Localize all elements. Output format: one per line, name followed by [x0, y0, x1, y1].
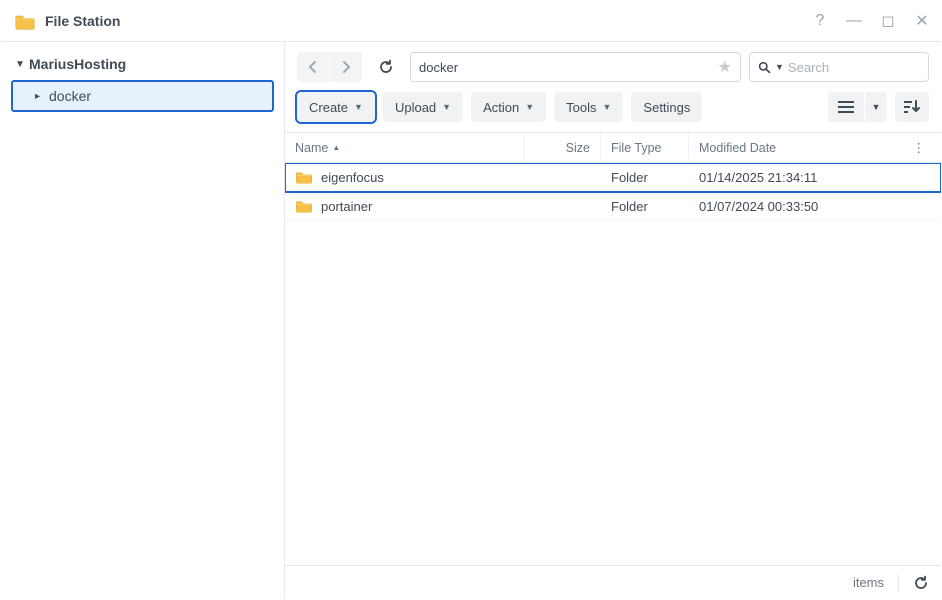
sort-button[interactable]	[895, 92, 929, 122]
tree-root-label: MariusHosting	[29, 56, 126, 72]
statusbar: items	[285, 565, 941, 599]
search-input[interactable]	[788, 60, 942, 75]
tree-root[interactable]: ▼ MariusHosting	[1, 52, 284, 76]
app-folder-icon	[15, 11, 35, 31]
view-mode-group: ▼	[828, 92, 887, 122]
upload-button-label: Upload	[395, 100, 436, 115]
action-button-label: Action	[483, 100, 519, 115]
chevron-right-icon: ▸	[35, 91, 45, 102]
search-box[interactable]: ▼	[749, 52, 929, 82]
breadcrumb-path[interactable]: docker ★	[410, 52, 741, 82]
file-station-window: File Station ? — ◻ ✕ ▼ MariusHosting ▸ d…	[0, 0, 942, 600]
search-options-caret-icon[interactable]: ▼	[775, 62, 784, 72]
app-title: File Station	[45, 13, 811, 29]
file-type: Folder	[601, 170, 689, 185]
view-mode-caret[interactable]: ▼	[865, 92, 887, 122]
chevron-down-icon: ▼	[15, 59, 25, 70]
create-button-label: Create	[309, 100, 348, 115]
reload-button[interactable]	[370, 52, 402, 82]
upload-button[interactable]: Upload ▼	[383, 92, 463, 122]
minimize-icon[interactable]: —	[845, 12, 863, 30]
caret-down-icon: ▼	[525, 102, 534, 112]
create-button[interactable]: Create ▼	[297, 92, 375, 122]
table-body: eigenfocus Folder01/14/2025 21:34:11 porta…	[285, 163, 941, 565]
settings-button[interactable]: Settings	[631, 92, 702, 122]
breadcrumb-text: docker	[419, 60, 718, 75]
sidebar-item-label: docker	[49, 88, 91, 104]
column-header-modified[interactable]: Modified Date	[689, 133, 903, 162]
folder-icon	[295, 199, 313, 213]
action-toolbar: Create ▼ Upload ▼ Action ▼ Tools ▼ Setti…	[285, 88, 941, 132]
sort-asc-icon: ▲	[332, 143, 340, 152]
main-area: ▼ MariusHosting ▸ docker	[1, 41, 941, 599]
window-controls: ? — ◻ ✕	[811, 11, 931, 31]
help-icon[interactable]: ?	[811, 12, 829, 30]
sidebar-item-docker[interactable]: ▸ docker	[11, 80, 274, 112]
file-name: portainer	[321, 199, 372, 214]
titlebar: File Station ? — ◻ ✕	[1, 1, 941, 41]
file-type: Folder	[601, 199, 689, 214]
favorite-star-icon[interactable]: ★	[718, 57, 732, 77]
tools-button[interactable]: Tools ▼	[554, 92, 623, 122]
content-panel: docker ★ ▼ Create ▼ Upload	[285, 42, 941, 599]
column-menu-icon[interactable]: ⋮	[903, 133, 936, 162]
tools-button-label: Tools	[566, 100, 596, 115]
statusbar-reload-button[interactable]	[913, 575, 929, 591]
caret-down-icon: ▼	[354, 102, 363, 112]
view-list-button[interactable]	[828, 92, 864, 122]
column-header-type[interactable]: File Type	[601, 133, 689, 162]
nav-group	[297, 52, 362, 82]
nav-forward-button[interactable]	[330, 52, 362, 82]
maximize-icon[interactable]: ◻	[879, 11, 897, 31]
nav-back-button[interactable]	[297, 52, 329, 82]
statusbar-divider	[898, 574, 899, 592]
table-row[interactable]: eigenfocus Folder01/14/2025 21:34:11	[285, 163, 941, 192]
top-toolbar: docker ★ ▼	[285, 42, 941, 88]
caret-down-icon: ▼	[603, 102, 612, 112]
action-button[interactable]: Action ▼	[471, 92, 546, 122]
caret-down-icon: ▼	[442, 102, 451, 112]
file-table: Name ▲ Size File Type Modified Date ⋮ ei…	[285, 132, 941, 565]
file-name: eigenfocus	[321, 170, 384, 185]
file-modified: 01/07/2024 00:33:50	[689, 199, 935, 214]
sidebar: ▼ MariusHosting ▸ docker	[1, 42, 285, 599]
column-header-size[interactable]: Size	[525, 133, 601, 162]
close-icon[interactable]: ✕	[913, 11, 931, 31]
file-modified: 01/14/2025 21:34:11	[689, 170, 935, 185]
search-icon	[758, 61, 771, 74]
table-row[interactable]: portainer Folder01/07/2024 00:33:50	[285, 192, 941, 221]
table-header: Name ▲ Size File Type Modified Date ⋮	[285, 133, 941, 163]
settings-button-label: Settings	[643, 100, 690, 115]
column-header-name[interactable]: Name ▲	[285, 133, 525, 162]
folder-icon	[295, 170, 313, 184]
statusbar-items-label: items	[853, 575, 884, 590]
